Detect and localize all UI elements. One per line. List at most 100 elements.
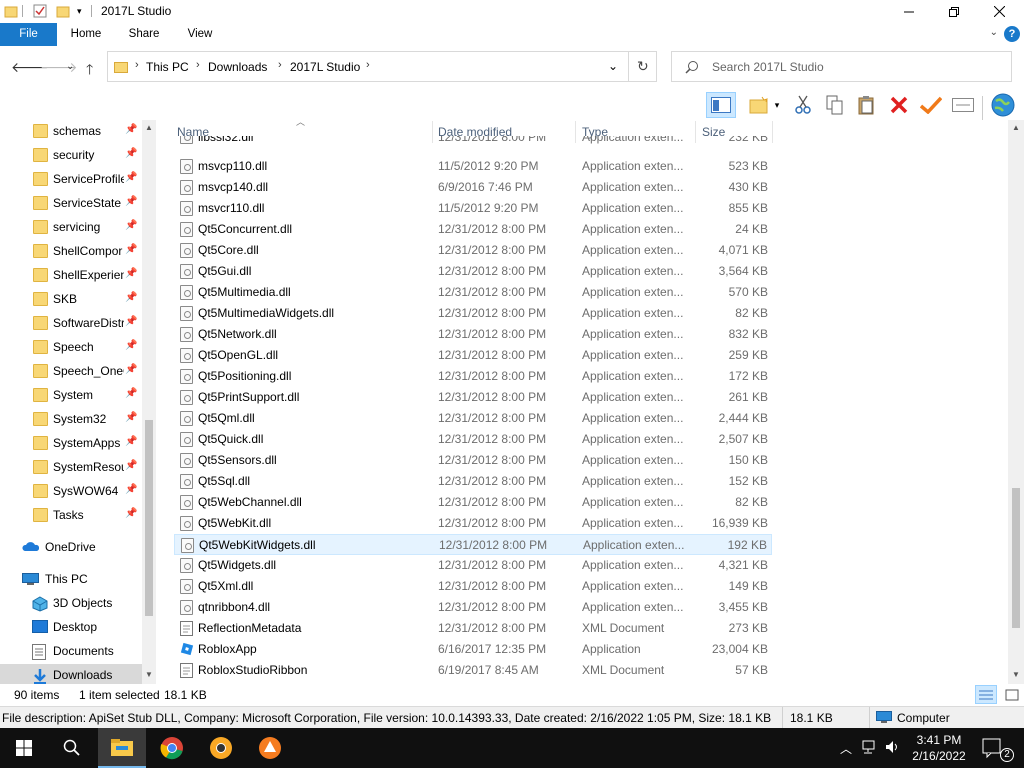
list-item[interactable]: msvcp140.dll 6/9/2016 7:46 PM Application … <box>174 177 772 198</box>
list-item[interactable]: Qt5Xml.dll 12/31/2012 8:00 PM Application … <box>174 576 772 597</box>
sidebar-item[interactable]: servicing 📌 <box>0 216 142 240</box>
close-button[interactable] <box>976 0 1022 23</box>
sidebar-item[interactable]: schemas 📌 <box>0 120 142 144</box>
copy-icon[interactable] <box>822 92 848 118</box>
list-item[interactable]: RobloxApp 6/16/2017 12:35 PM Application 23… <box>174 639 772 660</box>
address-dropdown-icon[interactable]: ⌄ <box>608 59 618 73</box>
recent-locations-icon[interactable]: ⌄ <box>66 61 74 72</box>
checkmark-icon[interactable] <box>918 92 944 118</box>
scroll-down-icon[interactable]: ▼ <box>1012 670 1020 679</box>
properties-icon[interactable] <box>33 4 47 21</box>
address-bar[interactable]: › This PC › Downloads › 2017L Studio › ⌄… <box>107 51 657 82</box>
list-item[interactable]: Qt5PrintSupport.dll 12/31/2012 8:00 PM App… <box>174 387 772 408</box>
sidebar-item[interactable]: Tasks 📌 <box>0 504 142 528</box>
file-list-scrollbar[interactable]: ▲ ▼ <box>1008 120 1024 684</box>
delete-icon[interactable] <box>886 92 912 118</box>
sidebar-item[interactable]: security 📌 <box>0 144 142 168</box>
list-item[interactable]: qtnribbon4.dll 12/31/2012 8:00 PM Applicat… <box>174 597 772 618</box>
scroll-up-icon[interactable]: ▲ <box>145 123 153 132</box>
restore-button[interactable] <box>931 0 977 23</box>
breadcrumb-this-pc[interactable]: This PC <box>146 60 189 74</box>
tab-view[interactable]: View <box>178 23 222 46</box>
list-item[interactable]: Qt5Concurrent.dll 12/31/2012 8:00 PM Appli… <box>174 219 772 240</box>
list-item[interactable]: Qt5Positioning.dll 12/31/2012 8:00 PM Appl… <box>174 366 772 387</box>
taskbar-file-explorer[interactable] <box>98 728 146 768</box>
list-item[interactable]: Qt5Sql.dll 12/31/2012 8:00 PM Application … <box>174 471 772 492</box>
taskbar-chrome[interactable] <box>148 728 196 768</box>
sidebar-item[interactable]: System 📌 <box>0 384 142 408</box>
rename-icon[interactable] <box>950 92 976 118</box>
list-item[interactable]: Qt5OpenGL.dll 12/31/2012 8:00 PM Applicati… <box>174 345 772 366</box>
refresh-icon[interactable]: ↻ <box>637 58 649 75</box>
sidebar-item-onedrive[interactable]: OneDrive <box>0 536 142 560</box>
sidebar-item-this-pc[interactable]: This PC <box>0 568 142 592</box>
sidebar-item[interactable]: SystemApps 📌 <box>0 432 142 456</box>
list-item[interactable]: Qt5WebKitWidgets.dll 12/31/2012 8:00 PM Ap… <box>174 534 772 555</box>
breadcrumb-downloads[interactable]: Downloads <box>208 60 267 74</box>
list-item[interactable]: RobloxStudioRibbon 6/19/2017 8:45 AM XML D… <box>174 660 772 681</box>
start-button[interactable] <box>0 728 48 768</box>
sidebar-item[interactable]: SysWOW64 📌 <box>0 480 142 504</box>
system-clock[interactable]: 3:41 PM 2/16/2022 <box>905 732 973 764</box>
sidebar-item[interactable]: SKB 📌 <box>0 288 142 312</box>
large-icons-view-button[interactable] <box>1001 685 1023 704</box>
list-item[interactable]: Qt5Core.dll 12/31/2012 8:00 PM Application… <box>174 240 772 261</box>
up-arrow-icon[interactable]: 🡑 <box>86 59 93 83</box>
breadcrumb-separator-icon[interactable]: › <box>196 59 200 71</box>
list-item[interactable]: libssl32.dll 12/31/2012 8:00 PM Applicat… <box>174 136 772 147</box>
preview-pane-button[interactable] <box>706 92 736 118</box>
list-item[interactable]: Qt5Sensors.dll 12/31/2012 8:00 PM Applicat… <box>174 450 772 471</box>
list-item[interactable]: Qt5Quick.dll 12/31/2012 8:00 PM Applicatio… <box>174 429 772 450</box>
list-item[interactable]: Qt5MultimediaWidgets.dll 12/31/2012 8:00 … <box>174 303 772 324</box>
sidebar-item[interactable]: Speech 📌 <box>0 336 142 360</box>
list-item[interactable]: msvcp110.dll 11/5/2012 9:20 PM Application… <box>174 156 772 177</box>
scroll-up-icon[interactable]: ▲ <box>1012 123 1020 132</box>
breadcrumb-separator-icon[interactable]: › <box>135 59 139 71</box>
navigation-scrollbar[interactable]: ▲ ▼ <box>142 120 156 684</box>
list-item[interactable]: Qt5WebKit.dll 12/31/2012 8:00 PM Applicati… <box>174 513 772 534</box>
list-item[interactable]: Qt5Multimedia.dll 12/31/2012 8:00 PM Appli… <box>174 282 772 303</box>
tab-home[interactable]: Home <box>61 23 111 46</box>
new-folder-icon[interactable] <box>746 92 772 118</box>
list-item[interactable]: Qt5Qml.dll 12/31/2012 8:00 PM Application … <box>174 408 772 429</box>
expand-ribbon-icon[interactable]: ⌄ <box>990 27 998 38</box>
list-item[interactable]: Qt5WebChannel.dll 12/31/2012 8:00 PM Appli… <box>174 492 772 513</box>
volume-icon[interactable] <box>884 739 900 758</box>
sidebar-item[interactable]: ServiceProfile 📌 <box>0 168 142 192</box>
search-box[interactable]: Search 2017L Studio <box>671 51 1012 82</box>
taskbar-chrome-canary[interactable] <box>197 728 245 768</box>
sidebar-item[interactable]: Downloads <box>0 664 142 684</box>
list-item[interactable]: Qt5Gui.dll 12/31/2012 8:00 PM Application … <box>174 261 772 282</box>
column-divider[interactable] <box>772 121 773 143</box>
breadcrumb-2017l-studio[interactable]: 2017L Studio <box>290 60 360 74</box>
globe-icon[interactable] <box>990 92 1016 118</box>
minimize-button[interactable] <box>886 0 932 23</box>
sidebar-item[interactable]: ShellCompor 📌 <box>0 240 142 264</box>
paste-icon[interactable] <box>854 92 880 118</box>
network-icon[interactable] <box>862 739 878 758</box>
breadcrumb-separator-icon[interactable]: › <box>278 59 282 71</box>
sidebar-item[interactable]: Speech_OneC 📌 <box>0 360 142 384</box>
list-item[interactable]: Qt5Network.dll 12/31/2012 8:00 PM Applicat… <box>174 324 772 345</box>
sidebar-item[interactable]: ServiceState 📌 <box>0 192 142 216</box>
scrollbar-thumb[interactable] <box>1012 488 1020 628</box>
sidebar-item[interactable]: ShellExperien 📌 <box>0 264 142 288</box>
show-hidden-icons[interactable]: ︿ <box>840 740 852 757</box>
chevron-down-icon[interactable]: ▾ <box>770 92 784 118</box>
sidebar-item[interactable]: 3D Objects <box>0 592 142 616</box>
list-item[interactable]: ReflectionMetadata 12/31/2012 8:00 PM XML … <box>174 618 772 639</box>
scroll-down-icon[interactable]: ▼ <box>145 670 153 679</box>
sidebar-item[interactable]: Documents <box>0 640 142 664</box>
scrollbar-thumb[interactable] <box>145 420 153 616</box>
sidebar-item[interactable]: SoftwareDistr 📌 <box>0 312 142 336</box>
sidebar-item[interactable]: SystemResou 📌 <box>0 456 142 480</box>
list-item[interactable]: Qt5Widgets.dll 12/31/2012 8:00 PM Applicat… <box>174 555 772 576</box>
chevron-down-icon[interactable]: ▾ <box>77 6 82 17</box>
list-item[interactable]: msvcr110.dll 11/5/2012 9:20 PM Application… <box>174 198 772 219</box>
tab-file[interactable]: File <box>0 23 57 46</box>
sidebar-item[interactable]: System32 📌 <box>0 408 142 432</box>
breadcrumb-separator-icon[interactable]: › <box>366 59 370 71</box>
tab-share[interactable]: Share <box>120 23 168 46</box>
details-view-button[interactable] <box>975 685 997 704</box>
new-folder-icon[interactable] <box>56 4 70 21</box>
